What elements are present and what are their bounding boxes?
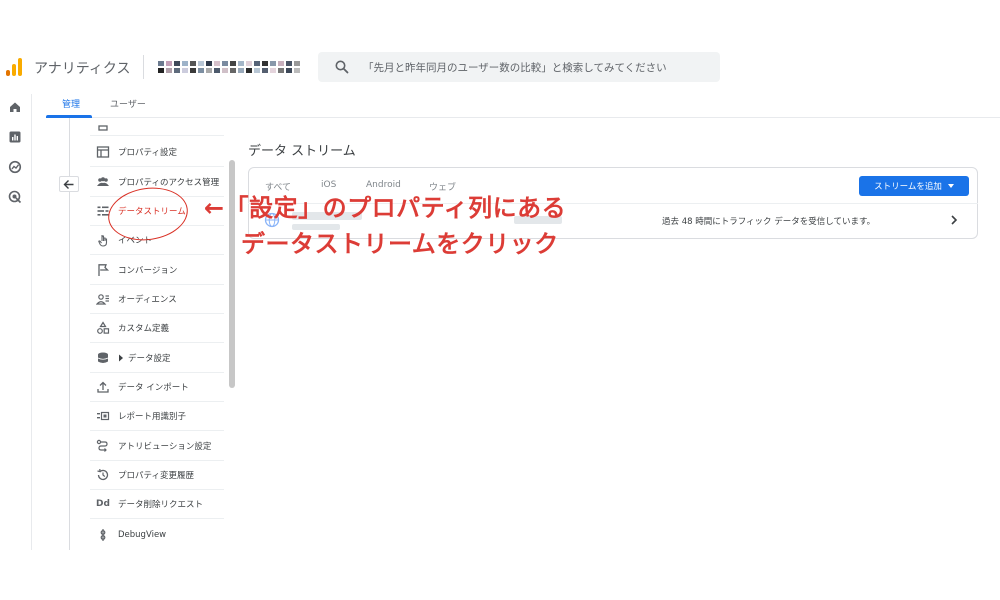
shapes-icon (97, 321, 110, 334)
route-icon (96, 439, 108, 452)
menu-item-conversions[interactable]: コンバージョン (90, 256, 224, 285)
menu-item-label: レポート用識別子 (118, 412, 187, 422)
admin-tabs: 管理 ユーザー (46, 94, 1000, 118)
dd-icon: Dd (96, 499, 110, 509)
arrow-left-icon (63, 180, 74, 189)
menu-item-label: カスタム定義 (118, 324, 170, 334)
menu-item-audiences[interactable]: オーディエンス (90, 285, 224, 314)
menu-item-label: アトリビューション設定 (118, 442, 212, 452)
stream-status-text: 過去 48 時間にトラフィック データを受信しています。 (662, 217, 876, 227)
menu-item-data-settings[interactable]: データ設定 (90, 344, 224, 373)
menu-item-label: プロパティのアクセス管理 (118, 178, 220, 188)
menu-item-reporting-identity[interactable]: レポート用識別子 (90, 402, 224, 431)
audience-icon (96, 294, 109, 305)
menu-item-label: データ設定 (128, 354, 171, 364)
menu-item-attribution-settings[interactable]: アトリビューション設定 (90, 432, 224, 461)
account-selector-pixelated[interactable] (158, 56, 306, 78)
tab-user[interactable]: ユーザー (110, 97, 146, 110)
menu-item-label: データ削除リクエスト (118, 500, 204, 510)
header-divider (143, 55, 144, 79)
search-bar[interactable]: 「先月と昨年同月のユーザー数の比較」と検索してみてください (318, 52, 720, 82)
home-icon[interactable] (8, 100, 22, 114)
menu-item-partial[interactable] (90, 118, 224, 136)
menu-item-label: DebugView (118, 529, 167, 540)
annotation-text-line2: データストリームをクリック (241, 230, 559, 258)
menu-item-label: プロパティ変更履歴 (118, 471, 194, 481)
menu-item-data-deletion[interactable]: Dd データ削除リクエスト (90, 490, 224, 519)
add-stream-label: ストリームを追加 (874, 182, 942, 192)
annotation-text-line1: ←「設定」のプロパティ列にある (204, 194, 567, 222)
collapse-button[interactable] (59, 176, 79, 192)
chevron-right-icon[interactable] (948, 214, 960, 226)
touch-icon (98, 235, 108, 247)
tab-admin[interactable]: 管理 (62, 97, 80, 110)
menu-item-debugview[interactable]: DebugView (90, 520, 224, 549)
window-icon (96, 146, 110, 158)
menu-item-change-history[interactable]: プロパティ変更履歴 (90, 461, 224, 490)
database-icon (97, 352, 109, 363)
menu-item-label: データ インポート (118, 383, 189, 393)
explore-icon[interactable] (8, 160, 22, 174)
bottom-margin (0, 550, 1000, 600)
people-icon (97, 177, 109, 186)
menu-item-label: コンバージョン (118, 266, 178, 276)
menu-item-label: プロパティ設定 (118, 148, 177, 158)
search-placeholder: 「先月と昨年同月のユーザー数の比較」と検索してみてください (363, 62, 667, 74)
flag-icon (98, 264, 110, 276)
square-icon (98, 124, 108, 131)
page-title: データ ストリーム (248, 144, 356, 159)
left-nav-rail (0, 94, 32, 550)
history-icon (97, 468, 109, 481)
menu-item-property-settings[interactable]: プロパティ設定 (90, 138, 224, 167)
app-name[interactable]: アナリティクス (34, 58, 130, 78)
reports-icon[interactable] (8, 130, 22, 144)
identifier-icon (97, 411, 110, 421)
advertising-icon[interactable] (8, 190, 22, 204)
search-icon (335, 60, 349, 74)
dropdown-caret-icon (947, 184, 954, 188)
add-stream-button[interactable]: ストリームを追加 (859, 176, 969, 196)
menu-item-custom-definitions[interactable]: カスタム定義 (90, 314, 224, 343)
menu-item-label: オーディエンス (118, 295, 177, 305)
expand-triangle-icon[interactable] (118, 354, 124, 362)
upload-icon (97, 381, 109, 393)
analytics-logo[interactable] (6, 58, 24, 76)
menu-item-data-import[interactable]: データ インポート (90, 373, 224, 402)
debug-icon (100, 528, 106, 541)
